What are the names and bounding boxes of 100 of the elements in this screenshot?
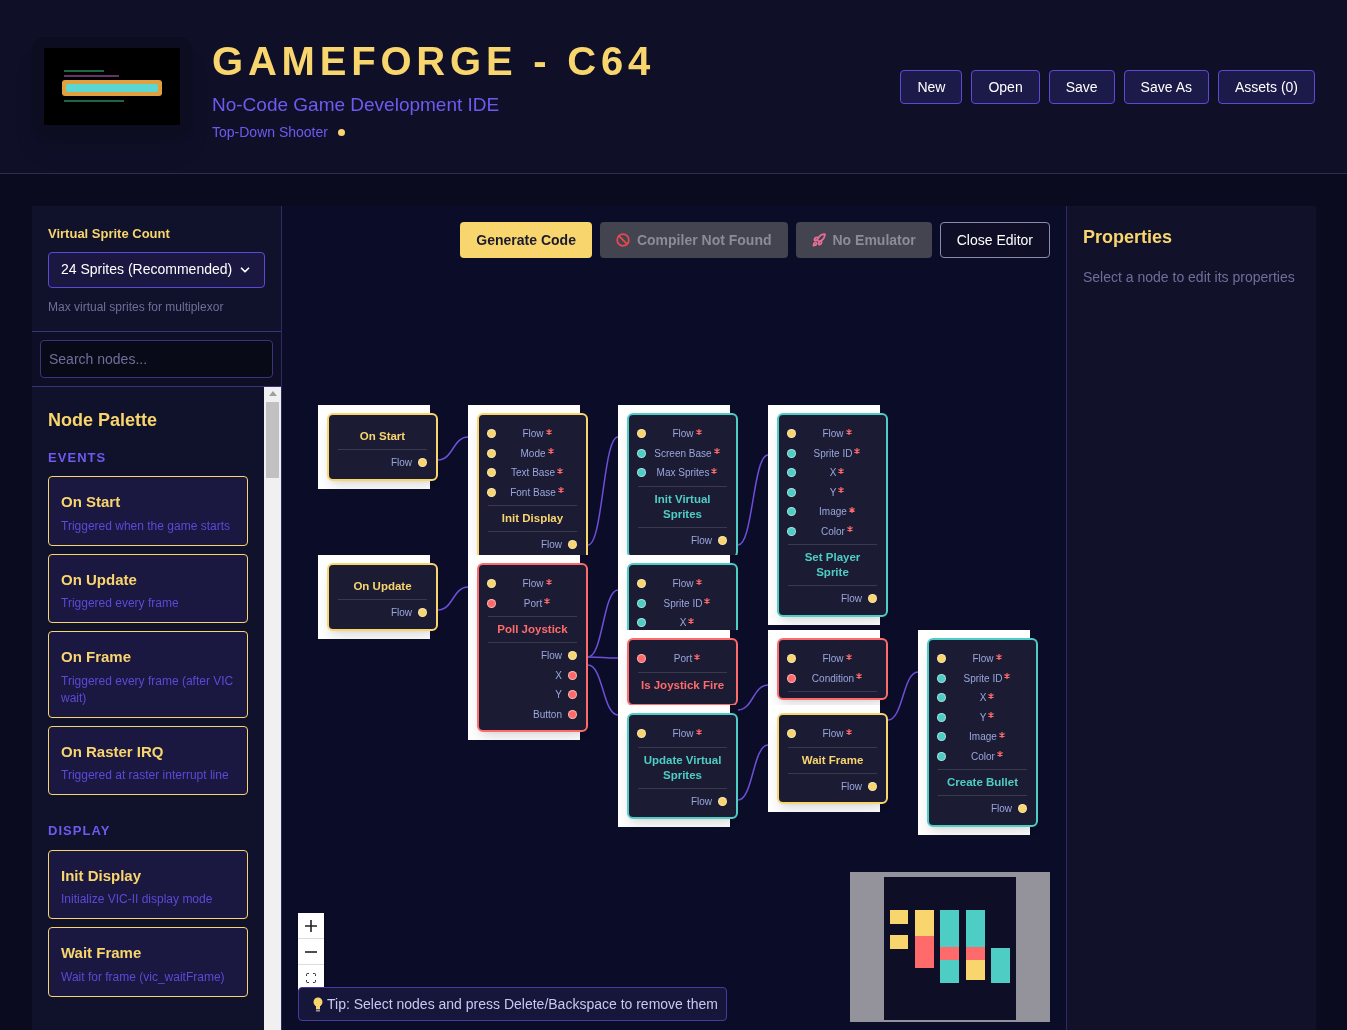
port-label: Max Sprites xyxy=(656,466,710,481)
palette-title: Node Palette xyxy=(48,408,159,432)
palette-node-description: Triggered every frame xyxy=(61,595,180,612)
node-card[interactable]: Flow Sprite ID X Y Image Color Create Bullet Flow xyxy=(927,638,1038,827)
connector-line xyxy=(437,586,469,611)
port-label: X xyxy=(979,691,987,706)
node-card[interactable]: Port Is Joystick Fire xyxy=(627,638,738,705)
node-title: Init Virtual Sprites xyxy=(653,491,712,522)
section-heading: DISPLAY xyxy=(48,822,112,840)
node-card[interactable]: Flow Condition xyxy=(777,638,888,700)
header-button[interactable]: Open xyxy=(971,70,1040,104)
port-label: Flow xyxy=(672,577,694,592)
node-card[interactable]: Flow Sprite ID X xyxy=(627,563,738,630)
port-handle[interactable] xyxy=(418,608,427,618)
port-handle[interactable] xyxy=(787,729,796,739)
toolbar-button[interactable]: Close Editor xyxy=(939,222,1050,258)
field-label: Virtual Sprite Count xyxy=(48,225,171,243)
port-label: X xyxy=(829,466,837,481)
node-title: Create Bullet xyxy=(946,775,1019,790)
port-handle[interactable] xyxy=(868,781,877,791)
port-handle[interactable] xyxy=(1018,804,1027,814)
palette-node-card[interactable]: On Frame Triggered every frame (after VIC wait) xyxy=(48,631,248,718)
port-label: Condition xyxy=(811,671,855,686)
port-label: Flow xyxy=(390,456,412,471)
node-card[interactable]: Flow Port Poll Joystick Flow X Y Button xyxy=(477,563,588,732)
port-label: Flow xyxy=(822,427,844,442)
port-label: Flow xyxy=(972,652,994,667)
node-title: Init Display xyxy=(500,511,565,526)
palette-node-title: Wait Frame xyxy=(61,943,143,963)
port-handle[interactable] xyxy=(718,796,727,806)
palette-node-card[interactable]: On Raster IRQ Triggered at raster interrupt line xyxy=(48,725,248,795)
port-handle[interactable] xyxy=(637,729,646,739)
port-label: Port xyxy=(523,596,543,611)
palette-node-title: On Start xyxy=(61,492,122,512)
rocket-icon xyxy=(811,233,826,247)
node-title: On Start xyxy=(358,429,407,444)
port-label: X xyxy=(679,616,687,630)
node-card[interactable]: Flow Screen Base Max Sprites Init Virtual Sprites Flow xyxy=(627,413,738,555)
plus-icon xyxy=(305,919,317,932)
header-button[interactable]: New xyxy=(900,70,963,104)
node-card[interactable]: Flow Sprite ID X Y Image Color Set Player Sprite Flow xyxy=(777,413,888,617)
port-handle[interactable] xyxy=(418,458,427,468)
palette-node-title: On Frame xyxy=(61,647,133,667)
port-label: Flow xyxy=(540,538,562,553)
port-label: Flow xyxy=(840,779,862,794)
port-label: Flow xyxy=(390,606,412,621)
node-title: Poll Joystick xyxy=(496,622,569,637)
palette-node-card[interactable]: Init Display Initialize VIC-II display mode xyxy=(48,849,248,919)
palette-node-card[interactable]: Wait Frame Wait for frame (vic_waitFrame) xyxy=(48,927,248,997)
node-title: Is Joystick Fire xyxy=(639,677,726,693)
node-card[interactable]: On Update Flow xyxy=(327,563,438,631)
port-label: Y xyxy=(829,485,837,500)
port-label: Flow xyxy=(690,533,712,548)
node-title: Wait Frame xyxy=(800,752,865,768)
port-label: Flow xyxy=(672,727,694,742)
connector-line xyxy=(887,671,919,721)
port-label: Flow xyxy=(822,727,844,742)
node-card[interactable]: Flow Mode Text Base Font Base Init Display Flow xyxy=(477,413,588,555)
search-field[interactable]: Search nodes... xyxy=(40,339,273,378)
port-label: Screen Base xyxy=(654,446,712,461)
properties-empty-text: Select a node to edit its properties xyxy=(1083,268,1296,287)
connector-line xyxy=(587,664,619,716)
palette-node-title: Init Display xyxy=(61,865,143,886)
port-handle[interactable] xyxy=(718,535,727,545)
palette-node-card[interactable]: On Start Triggered when the game starts xyxy=(48,476,248,546)
port-label: Flow xyxy=(990,802,1012,817)
header-button[interactable]: Save xyxy=(1048,70,1115,104)
node-card[interactable]: Flow Wait Frame Flow xyxy=(777,713,888,804)
port-label: Sprite ID xyxy=(663,596,703,611)
connector-line xyxy=(437,436,469,461)
fit-view-icon xyxy=(305,972,317,984)
port-label: Flow xyxy=(840,592,862,607)
port-label: Image xyxy=(969,730,997,745)
connector-line xyxy=(737,684,769,711)
palette-node-card[interactable]: On Update Triggered every frame xyxy=(48,553,248,623)
tip-text: Tip: Select nodes and press Delete/Backspace to remove them xyxy=(327,994,718,1014)
app-subtitle: No-Code Game Development IDE xyxy=(212,93,501,117)
port-handle[interactable] xyxy=(637,654,646,664)
node-card[interactable]: Flow Update Virtual Sprites Flow xyxy=(627,713,738,819)
minimap-drawing[interactable] xyxy=(850,872,1050,1022)
minus-icon xyxy=(305,950,317,953)
port-label: Text Base xyxy=(511,466,555,481)
header-button[interactable]: Save As xyxy=(1123,70,1209,104)
toolbar-button[interactable]: Generate Code xyxy=(460,222,592,258)
port-label: Image xyxy=(819,505,847,520)
scrollbar[interactable] xyxy=(264,386,281,1030)
port-label: Sprite ID xyxy=(813,446,853,461)
palette-node-description: Triggered every frame (after VIC wait) xyxy=(61,672,235,707)
node-card[interactable]: On Start Flow xyxy=(327,413,438,481)
port-label: X xyxy=(555,668,562,683)
header-button[interactable]: Assets (0) xyxy=(1218,70,1315,104)
properties-title: Properties xyxy=(1083,226,1174,249)
ban-icon xyxy=(615,233,630,247)
port-label: Color xyxy=(971,749,995,764)
sprite-count-select[interactable]: 24 Sprites (Recommended) xyxy=(48,251,265,288)
project-name: Top-Down Shooter xyxy=(212,123,328,142)
lightbulb-icon xyxy=(313,996,323,1012)
port-handle[interactable] xyxy=(868,594,877,604)
port-handle[interactable] xyxy=(568,540,577,550)
connector-line xyxy=(737,744,769,801)
